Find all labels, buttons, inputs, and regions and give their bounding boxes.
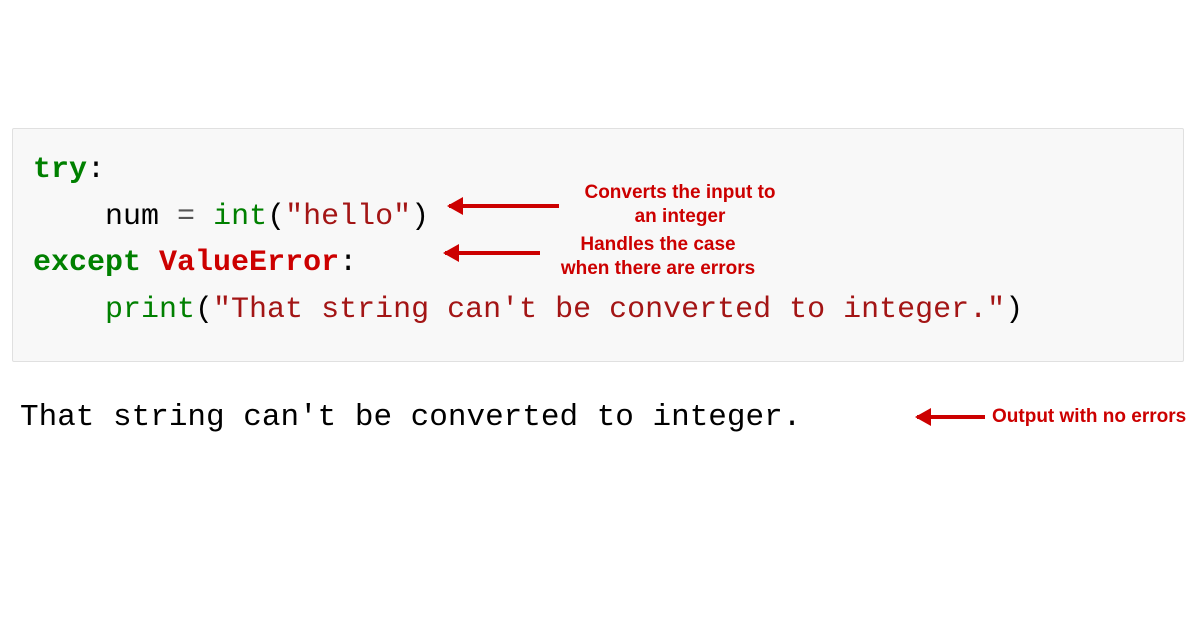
string-message: "That string can't be converted to integ… <box>213 293 1005 327</box>
paren-close: ) <box>1005 293 1023 327</box>
code-line-4: print("That string can't be converted to… <box>33 287 1163 334</box>
indent <box>33 293 105 327</box>
paren-open: ( <box>195 293 213 327</box>
indent <box>33 200 105 234</box>
annotation-handles: Handles the case when there are errors <box>548 233 768 281</box>
arrow-icon <box>917 415 985 419</box>
error-valueerror: ValueError <box>159 246 339 280</box>
annotation-convert: Converts the input to an integer <box>570 181 790 229</box>
arrow-icon <box>449 204 559 208</box>
string-hello: "hello" <box>285 200 411 234</box>
keyword-try: try <box>33 153 87 187</box>
output-text: That string can't be converted to intege… <box>20 400 801 435</box>
var-num: num <box>105 200 177 234</box>
space <box>195 200 213 234</box>
keyword-except: except <box>33 246 141 280</box>
arrow-icon <box>445 251 540 255</box>
function-int: int <box>213 200 267 234</box>
colon: : <box>339 246 357 280</box>
paren-close: ) <box>411 200 429 234</box>
paren-open: ( <box>267 200 285 234</box>
annotation-output: Output with no errors <box>992 405 1192 429</box>
colon: : <box>87 153 105 187</box>
function-print: print <box>105 293 195 327</box>
space <box>141 246 159 280</box>
operator-eq: = <box>177 200 195 234</box>
